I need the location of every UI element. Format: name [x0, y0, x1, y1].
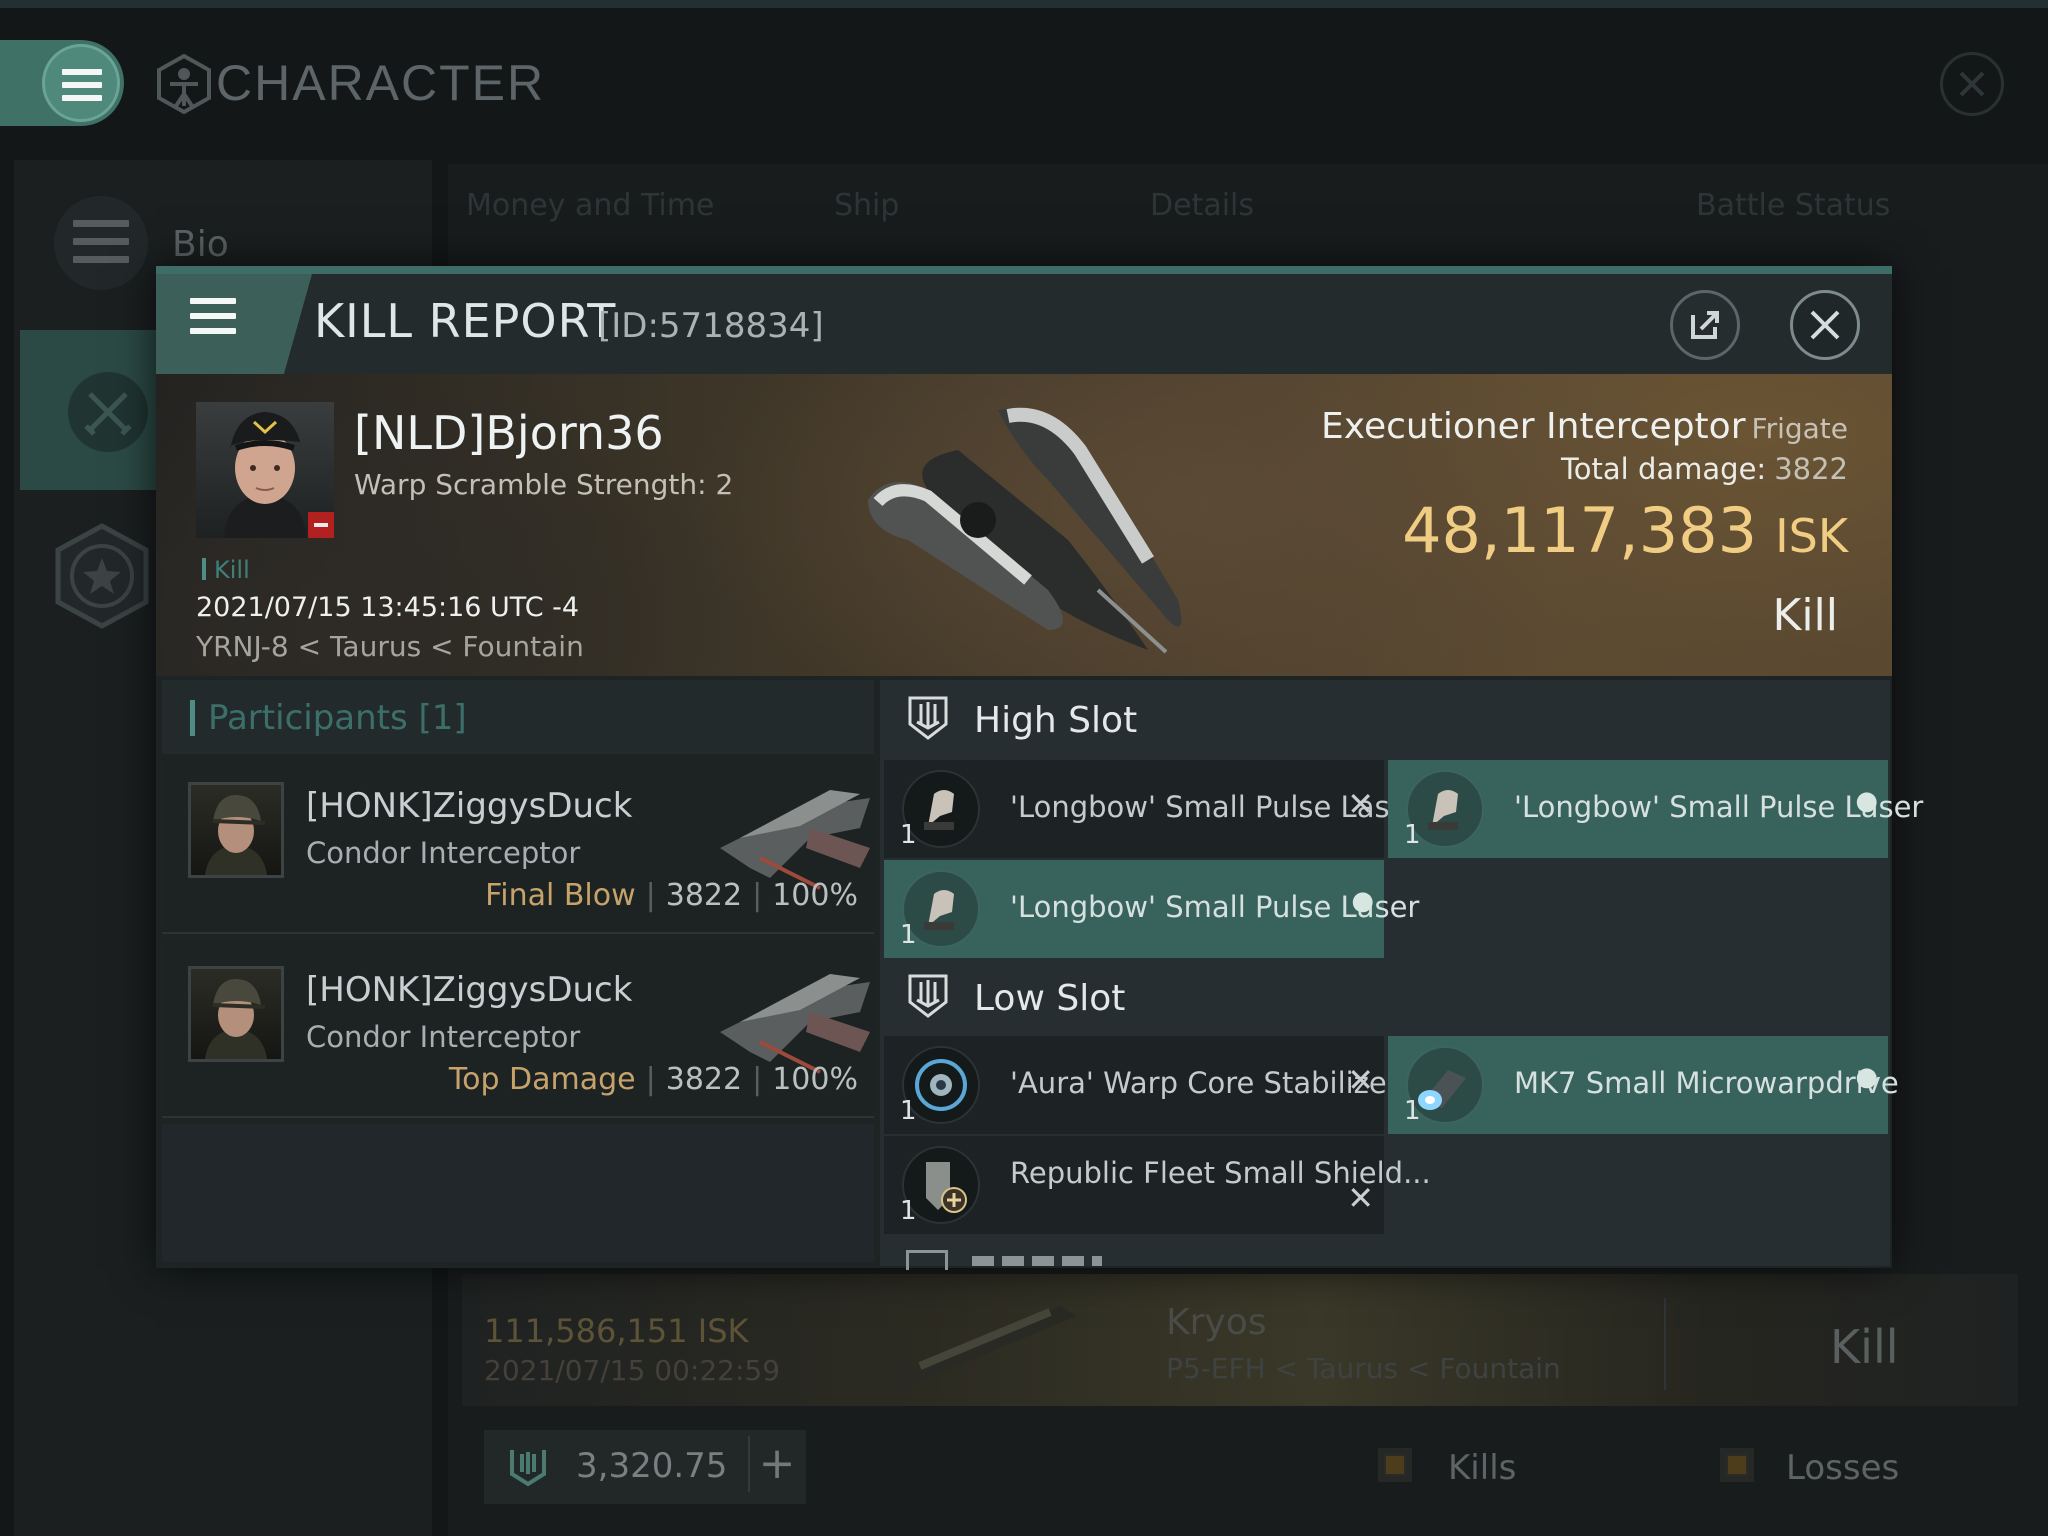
participant-role: Top Damage [448, 1062, 636, 1097]
tab-battle-status[interactable]: Battle Status [1696, 188, 1890, 223]
module-item[interactable]: 1 'Aura' Warp Core Stabilizer ✕ [884, 1036, 1399, 1134]
participant-role: Final Blow [485, 878, 636, 913]
module-name: MK7 Small Microwarpdrive [1514, 1066, 1899, 1100]
participant-portrait[interactable] [188, 966, 284, 1062]
losses-legend-swatch [1720, 1448, 1754, 1482]
main-menu-button[interactable] [42, 44, 120, 122]
participant-name[interactable]: [HONK]ZiggysDuck [306, 786, 632, 826]
isk-unit: ISK [1775, 509, 1848, 563]
hamburger-icon [62, 69, 102, 101]
ship-class: Frigate [1751, 412, 1849, 445]
skill-points-icon [510, 1450, 546, 1487]
participant-damage: 3822 [665, 1062, 743, 1097]
low-slot-title: Low Slot [974, 978, 1126, 1019]
ship-thumbnail [890, 1306, 1076, 1386]
dialog-accent-line [156, 266, 1892, 274]
dropped-person-icon: ● [1351, 886, 1374, 916]
high-slot-title: High Slot [974, 700, 1138, 741]
close-icon [1959, 71, 1985, 97]
module-name: 'Aura' Warp Core Stabilizer [1010, 1066, 1399, 1100]
destroyed-x-icon: ✕ [1347, 1179, 1374, 1217]
participant-percent: 100% [772, 1062, 858, 1097]
dialog-close-button[interactable] [1790, 290, 1860, 360]
ship-title-line: Executioner Interceptor Frigate [1321, 406, 1848, 447]
tab-details[interactable]: Details [1150, 188, 1254, 223]
sidebar-item-bio[interactable] [54, 196, 148, 290]
kill-tag-marker [202, 558, 206, 580]
share-button[interactable] [1670, 290, 1740, 360]
mid-slot-icon-partial [906, 1250, 948, 1270]
participant-stats: Top Damage | 3822 | 100% [448, 1062, 858, 1097]
total-damage-line: Total damage: 3822 [1561, 452, 1848, 486]
window-title: CHARACTER [216, 55, 546, 111]
total-damage-value: 3822 [1774, 452, 1848, 486]
window-close-button[interactable] [1940, 52, 2004, 116]
close-icon [1810, 310, 1840, 340]
participant-ship-image [720, 790, 870, 890]
participants-empty-area [162, 1124, 874, 1262]
kill-location[interactable]: YRNJ-8 < Taurus < Fountain [196, 630, 584, 663]
module-item[interactable]: 1 MK7 Small Microwarpdrive ● [1388, 1036, 1899, 1134]
list-icon [73, 220, 129, 263]
result-label: Kill [1772, 590, 1838, 641]
participant-percent: 100% [772, 878, 858, 913]
dropped-person-icon: ● [1855, 1062, 1878, 1092]
participant-ship: Condor Interceptor [306, 1020, 581, 1054]
participant-row[interactable]: [HONK]ZiggysDuck Condor Interceptor Fina… [162, 756, 874, 934]
kills-legend-label: Kills [1448, 1448, 1517, 1488]
history-date: 2021/07/15 00:22:59 [484, 1354, 781, 1387]
history-result: Kill [1830, 1320, 1899, 1374]
isk-value: 48,117,383 [1402, 494, 1758, 567]
participant-portrait[interactable] [188, 782, 284, 878]
history-location: P5-EFH < Taurus < Fountain [1166, 1352, 1561, 1385]
total-damage-label: Total damage: [1561, 452, 1767, 486]
ship-name[interactable]: Executioner Interceptor [1321, 406, 1746, 447]
module-item[interactable]: 1 Republic Fleet Small Shield... ✕ [884, 1136, 1431, 1234]
skill-points-value: 3,320.75 [576, 1446, 728, 1486]
top-edge-bar [0, 0, 2048, 8]
participant-ship: Condor Interceptor [306, 836, 581, 870]
high-slot-icon [908, 696, 948, 740]
row-divider [1664, 1298, 1666, 1390]
kills-legend-swatch [1378, 1448, 1412, 1482]
participant-damage: 3822 [665, 878, 743, 913]
dialog-title: KILL REPORT [314, 294, 617, 348]
crossed-swords-icon[interactable] [68, 372, 148, 452]
participant-stats: Final Blow | 3822 | 100% [485, 878, 858, 913]
tab-money-and-time[interactable]: Money and Time [466, 188, 714, 223]
history-ship-name: Kryos [1166, 1302, 1267, 1343]
star-badge-icon[interactable] [54, 522, 150, 630]
history-isk-value: 111,586,151 ISK [484, 1312, 749, 1350]
participants-marker [190, 700, 195, 736]
participant-ship-image [720, 974, 870, 1074]
kill-tag: Kill [214, 556, 250, 584]
external-link-icon [1691, 311, 1719, 339]
destroyed-x-icon: ✕ [1347, 785, 1374, 823]
participant-row[interactable]: [HONK]ZiggysDuck Condor Interceptor Top … [162, 940, 874, 1118]
losses-legend-label: Losses [1786, 1448, 1900, 1488]
victim-ship-image [868, 407, 1182, 654]
module-item[interactable]: 1 'Longbow' Small Pulse Laser ✕ [884, 760, 1419, 858]
victim-subtitle: Warp Scramble Strength: 2 [354, 468, 734, 501]
character-icon [157, 54, 211, 114]
module-item[interactable]: 1 'Longbow' Small Pulse Laser ● [1388, 760, 1923, 858]
standing-minus-badge [308, 512, 334, 538]
module-item[interactable]: 1 'Longbow' Small Pulse Laser ● [884, 860, 1419, 958]
tab-ship[interactable]: Ship [834, 188, 899, 223]
mid-slot-title-partial [972, 1256, 1102, 1266]
kill-report-id: [ID:5718834] [598, 306, 824, 346]
sidebar-item-bio-label[interactable]: Bio [172, 224, 229, 265]
participant-name[interactable]: [HONK]ZiggysDuck [306, 970, 632, 1010]
kill-datetime: 2021/07/15 13:45:16 UTC -4 [196, 592, 580, 623]
participants-title: Participants [1] [208, 698, 467, 738]
victim-name[interactable]: [NLD]Bjorn36 [354, 406, 664, 460]
add-skill-points-button[interactable]: + [748, 1436, 804, 1492]
isk-value-line: 48,117,383 ISK [1402, 494, 1848, 567]
hamburger-icon[interactable] [190, 298, 240, 342]
low-slot-icon [908, 974, 948, 1018]
dropped-person-icon: ● [1855, 786, 1878, 816]
destroyed-x-icon: ✕ [1347, 1061, 1374, 1099]
